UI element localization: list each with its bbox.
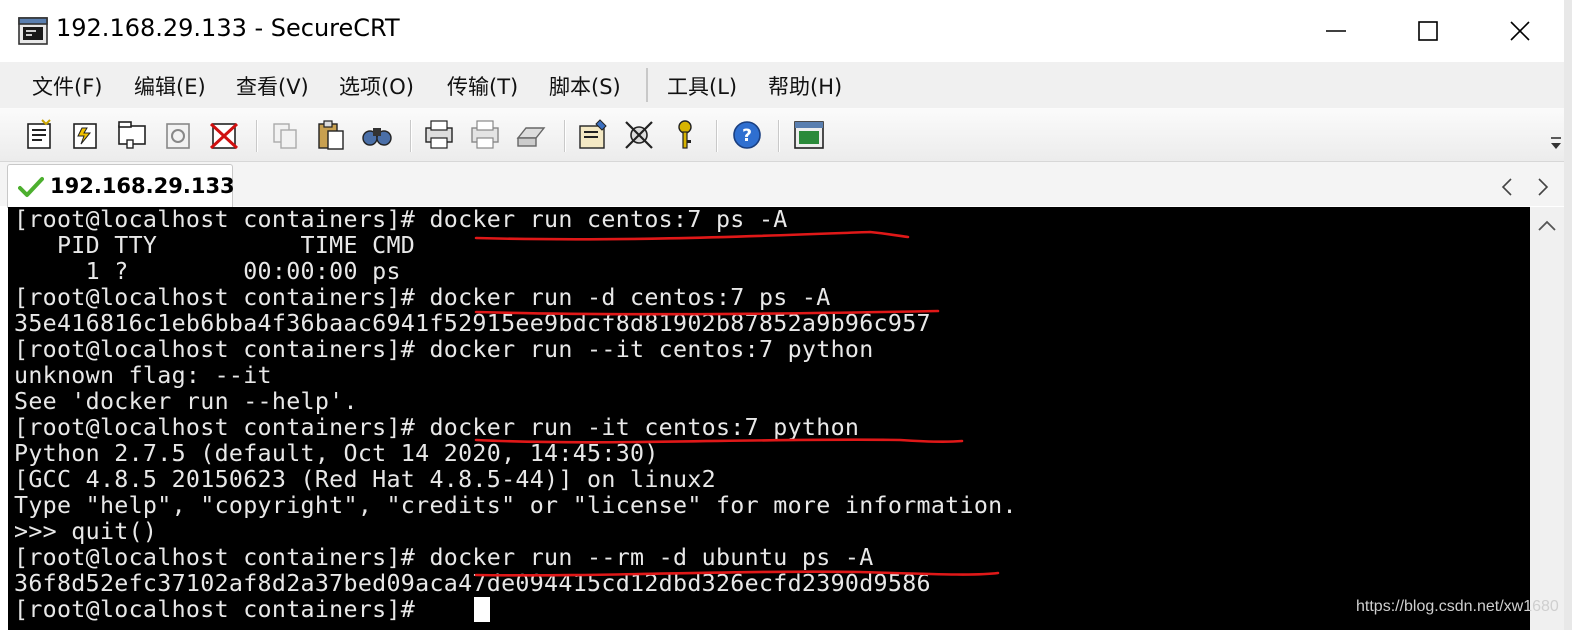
help-icon[interactable]: ?	[730, 118, 764, 152]
terminal-line: PID TTY TIME CMD	[14, 232, 416, 259]
terminal-line: [root@localhost containers]# docker run …	[14, 336, 874, 363]
tab-scroll-left-icon[interactable]	[1498, 176, 1516, 198]
toolbar-separator	[778, 120, 780, 152]
watermark: https://blog.csdn.net/xw1680	[1356, 598, 1559, 615]
terminal-line: [root@localhost containers]# docker run …	[14, 544, 874, 571]
close-icon	[1510, 21, 1530, 41]
key-icon[interactable]	[668, 118, 702, 152]
window-title: 192.168.29.133 - SecureCRT	[56, 14, 400, 42]
menu-view[interactable]: 查看(V)	[236, 71, 309, 101]
session-tab-label: 192.168.29.133	[50, 174, 235, 198]
terminal-line: [root@localhost containers]#	[14, 596, 430, 623]
menu-script[interactable]: 脚本(S)	[549, 71, 621, 101]
terminal-line: [root@localhost containers]# docker run …	[14, 207, 788, 233]
window-frame	[1564, 0, 1572, 630]
maximize-button[interactable]	[1382, 0, 1474, 62]
reconnect-icon[interactable]	[161, 118, 195, 152]
terminal-line: >>> quit()	[14, 518, 158, 545]
disconnect-icon[interactable]	[207, 118, 241, 152]
minimize-button[interactable]	[1290, 0, 1382, 62]
toolbar: ?	[0, 108, 1572, 162]
securecrt-app-icon[interactable]	[18, 16, 48, 46]
menu-separator	[646, 68, 648, 102]
menu-transfer[interactable]: 传输(T)	[447, 71, 518, 101]
connect-icon[interactable]	[22, 118, 56, 152]
terminal-screen[interactable]: [root@localhost containers]# docker run …	[8, 207, 1530, 630]
toolbar-separator	[410, 120, 412, 152]
terminal-line: Python 2.7.5 (default, Oct 14 2020, 14:4…	[14, 440, 659, 467]
terminal-line: [root@localhost containers]# docker run …	[14, 414, 860, 441]
connect-in-tab-icon[interactable]	[115, 118, 149, 152]
menu-bar: 文件(F) 编辑(E) 查看(V) 选项(O) 传输(T) 脚本(S) 工具(L…	[0, 62, 1572, 108]
minimize-icon	[1326, 30, 1346, 32]
paste-icon[interactable]	[314, 118, 348, 152]
terminal-line: [root@localhost containers]# docker run …	[14, 284, 831, 311]
menu-edit[interactable]: 编辑(E)	[134, 71, 206, 101]
connected-check-icon	[18, 177, 44, 197]
terminal-line: Type "help", "copyright", "credits" or "…	[14, 492, 1017, 519]
toolbar-overflow-icon[interactable]	[1548, 118, 1564, 154]
quick-connect-icon[interactable]	[68, 118, 102, 152]
close-button[interactable]	[1474, 0, 1566, 62]
terminal-line: 35e416816c1eb6bba4f36baac6941f52915ee9bd…	[14, 310, 931, 337]
toolbar-separator	[564, 120, 566, 152]
print-setup-icon[interactable]	[514, 118, 548, 152]
print-icon[interactable]	[422, 118, 456, 152]
copy-icon[interactable]	[268, 118, 302, 152]
terminal-scrollbar[interactable]	[1530, 207, 1564, 630]
terminal-line: See 'docker run --help'.	[14, 388, 358, 415]
svg-text:?: ?	[742, 126, 752, 146]
global-options-icon[interactable]	[622, 118, 656, 152]
tab-strip	[0, 162, 1572, 206]
find-icon[interactable]	[360, 118, 394, 152]
menu-file[interactable]: 文件(F)	[32, 71, 102, 101]
menu-tools[interactable]: 工具(L)	[667, 71, 737, 101]
session-options-icon[interactable]	[576, 118, 610, 152]
print-selection-icon[interactable]	[468, 118, 502, 152]
menu-help[interactable]: 帮助(H)	[768, 71, 842, 101]
terminal-line: [GCC 4.8.5 20150623 (Red Hat 4.8.5-44)] …	[14, 466, 716, 493]
toolbar-separator	[716, 120, 718, 152]
title-bar: 192.168.29.133 - SecureCRT	[0, 0, 1572, 62]
scroll-up-icon[interactable]	[1530, 210, 1564, 240]
terminal-line: unknown flag: --it	[14, 362, 272, 389]
terminal-line: 1 ? 00:00:00 ps	[14, 258, 401, 285]
tab-scroll-right-icon[interactable]	[1534, 176, 1552, 198]
terminal-line: 36f8d52efc37102af8d2a37bed09aca47de09441…	[14, 570, 931, 597]
about-icon[interactable]	[792, 118, 826, 152]
maximize-icon	[1418, 21, 1438, 41]
menu-options[interactable]: 选项(O)	[339, 71, 414, 101]
terminal-cursor	[474, 597, 490, 622]
toolbar-separator	[256, 120, 258, 152]
